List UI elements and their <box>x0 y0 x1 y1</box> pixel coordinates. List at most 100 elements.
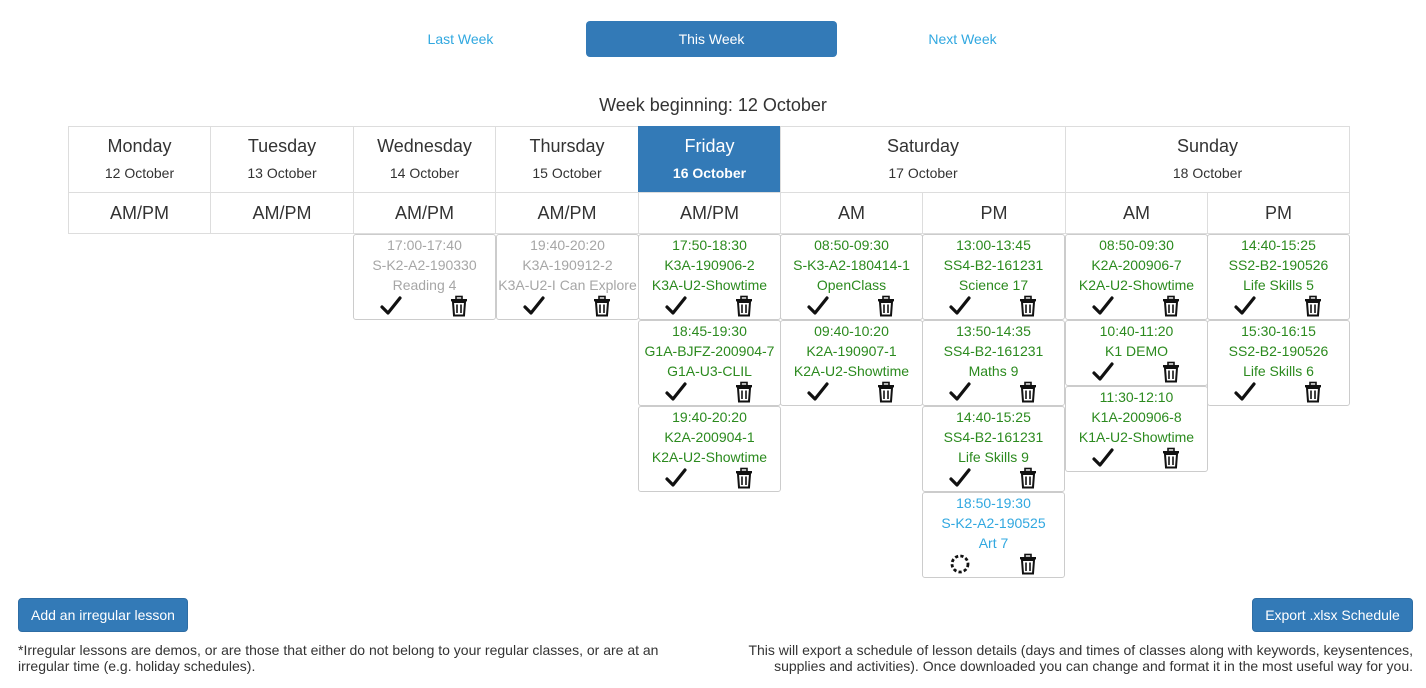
day-date: 12 October <box>104 165 175 181</box>
lesson-card[interactable]: 17:50-18:30 K3A-190906-2 K3A-U2-Showtime <box>638 234 781 320</box>
lesson-time: 09:40-10:20 <box>814 323 889 339</box>
lesson-class: K2A-200904-1 <box>664 429 755 445</box>
lesson-class: SS2-B2-190526 <box>1228 343 1329 359</box>
lesson-title: K3A-U2-I Can Explore <box>498 277 637 293</box>
lesson-time: 14:40-15:25 <box>956 409 1031 425</box>
slot-sunday-pm: PM <box>1207 192 1350 234</box>
lesson-time: 19:40-20:20 <box>672 409 747 425</box>
trash-icon[interactable] <box>733 467 755 489</box>
trash-icon[interactable] <box>1017 295 1039 317</box>
slot-label: AM <box>1123 203 1150 223</box>
lesson-title: Art 7 <box>978 535 1009 551</box>
slot-label: AM/PM <box>252 203 312 223</box>
slot-label: AM/PM <box>679 203 739 223</box>
note-line: *Irregular lessons are demos, or are tho… <box>18 642 659 658</box>
lesson-class: SS4-B2-161231 <box>943 257 1044 273</box>
note-line: irregular time (e.g. holiday schedules). <box>18 658 256 674</box>
lesson-card[interactable]: 14:40-15:25 SS2-B2-190526 Life Skills 5 <box>1207 234 1350 320</box>
check-icon[interactable] <box>1234 381 1256 403</box>
note-line: This will export a schedule of lesson de… <box>748 642 1413 658</box>
trash-icon[interactable] <box>733 381 755 403</box>
trash-icon[interactable] <box>1160 447 1182 469</box>
check-icon[interactable] <box>1092 447 1114 469</box>
lesson-time: 15:30-16:15 <box>1241 323 1316 339</box>
lesson-time: 13:00-13:45 <box>956 237 1031 253</box>
check-icon[interactable] <box>1234 295 1256 317</box>
lesson-card[interactable]: 18:45-19:30 G1A-BJFZ-200904-7 G1A-U3-CLIL <box>638 320 781 406</box>
lesson-card[interactable]: 14:40-15:25 SS4-B2-161231 Life Skills 9 <box>922 406 1065 492</box>
slot-label: AM <box>838 203 865 223</box>
lesson-card[interactable]: 09:40-10:20 K2A-190907-1 K2A-U2-Showtime <box>780 320 923 406</box>
check-icon[interactable] <box>665 381 687 403</box>
lesson-card[interactable]: 11:30-12:10 K1A-200906-8 K1A-U2-Showtime <box>1065 386 1208 472</box>
lesson-time: 11:30-12:10 <box>1099 389 1174 405</box>
lesson-card[interactable]: 19:40-20:20 K2A-200904-1 K2A-U2-Showtime <box>638 406 781 492</box>
add-irregular-lesson-button[interactable]: Add an irregular lesson <box>18 598 188 632</box>
next-week-link[interactable]: Next Week <box>837 21 1088 57</box>
lesson-card[interactable]: 08:50-09:30 K2A-200906-7 K2A-U2-Showtime <box>1065 234 1208 320</box>
lesson-time: 10:40-11:20 <box>1099 323 1174 339</box>
trash-icon[interactable] <box>1160 361 1182 383</box>
day-header-monday: Monday 12 October <box>68 126 211 193</box>
check-icon[interactable] <box>949 467 971 489</box>
spinner-icon[interactable] <box>949 553 971 575</box>
trash-icon[interactable] <box>1017 553 1039 575</box>
day-date: 17 October <box>888 165 958 181</box>
lesson-card[interactable]: 10:40-11:20 K1 DEMO <box>1065 320 1208 386</box>
day-name: Monday <box>107 136 172 156</box>
check-icon[interactable] <box>949 295 971 317</box>
lesson-class: S-K3-A2-180414-1 <box>793 257 910 273</box>
trash-icon[interactable] <box>733 295 755 317</box>
day-name: Sunday <box>1176 136 1239 156</box>
lesson-card[interactable]: 15:30-16:15 SS2-B2-190526 Life Skills 6 <box>1207 320 1350 406</box>
check-icon[interactable] <box>665 467 687 489</box>
lesson-title: Life Skills 6 <box>1243 363 1314 379</box>
check-icon[interactable] <box>949 381 971 403</box>
trash-icon[interactable] <box>448 295 470 317</box>
lesson-time: 19:40-20:20 <box>530 237 605 253</box>
lesson-title: Reading 4 <box>392 277 457 293</box>
export-note: This will export a schedule of lesson de… <box>700 642 1413 674</box>
trash-icon[interactable] <box>875 295 897 317</box>
check-icon[interactable] <box>1092 361 1114 383</box>
trash-icon[interactable] <box>591 295 613 317</box>
lesson-card[interactable]: 17:00-17:40 S-K2-A2-190330 Reading 4 <box>353 234 496 320</box>
lesson-title: K2A-U2-Showtime <box>1078 277 1195 293</box>
trash-icon[interactable] <box>1160 295 1182 317</box>
trash-icon[interactable] <box>1017 467 1039 489</box>
check-icon[interactable] <box>665 295 687 317</box>
this-week-button[interactable]: This Week <box>586 21 837 57</box>
day-name: Saturday <box>886 136 960 156</box>
irregular-lesson-note: *Irregular lessons are demos, or are tho… <box>18 642 698 674</box>
export-xlsx-button[interactable]: Export .xlsx Schedule <box>1252 598 1413 632</box>
check-icon[interactable] <box>523 295 545 317</box>
day-date: 16 October <box>672 165 747 181</box>
check-icon[interactable] <box>807 381 829 403</box>
last-week-link[interactable]: Last Week <box>335 21 586 57</box>
lesson-card[interactable]: 08:50-09:30 S-K3-A2-180414-1 OpenClass <box>780 234 923 320</box>
trash-icon[interactable] <box>1302 295 1324 317</box>
lesson-card[interactable]: 13:00-13:45 SS4-B2-161231 Science 17 <box>922 234 1065 320</box>
lesson-card[interactable]: 13:50-14:35 SS4-B2-161231 Maths 9 <box>922 320 1065 406</box>
lesson-card[interactable]: 19:40-20:20 K3A-190912-2 K3A-U2-I Can Expl… <box>496 234 639 320</box>
lesson-class: K3A-190912-2 <box>522 257 613 273</box>
lesson-class: K1 DEMO <box>1104 343 1168 359</box>
check-icon[interactable] <box>807 295 829 317</box>
lesson-card[interactable]: 18:50-19:30 S-K2-A2-190525 Art 7 <box>922 492 1065 578</box>
lesson-title: Life Skills 9 <box>958 449 1029 465</box>
trash-icon[interactable] <box>1302 381 1324 403</box>
trash-icon[interactable] <box>1017 381 1039 403</box>
lesson-class: S-K2-A2-190330 <box>372 257 477 273</box>
check-icon[interactable] <box>1092 295 1114 317</box>
lesson-time: 08:50-09:30 <box>1099 237 1174 253</box>
slot-tuesday: AM/PM <box>210 192 354 234</box>
lesson-title: Maths 9 <box>968 363 1019 379</box>
day-date: 15 October <box>532 165 602 181</box>
trash-icon[interactable] <box>875 381 897 403</box>
check-icon[interactable] <box>380 295 402 317</box>
slot-thursday: AM/PM <box>495 192 639 234</box>
lesson-class: K3A-190906-2 <box>664 257 755 273</box>
day-header-sunday: Sunday 18 October <box>1065 126 1350 193</box>
slot-label: PM <box>980 203 1008 223</box>
lesson-title: K1A-U2-Showtime <box>1078 429 1195 445</box>
